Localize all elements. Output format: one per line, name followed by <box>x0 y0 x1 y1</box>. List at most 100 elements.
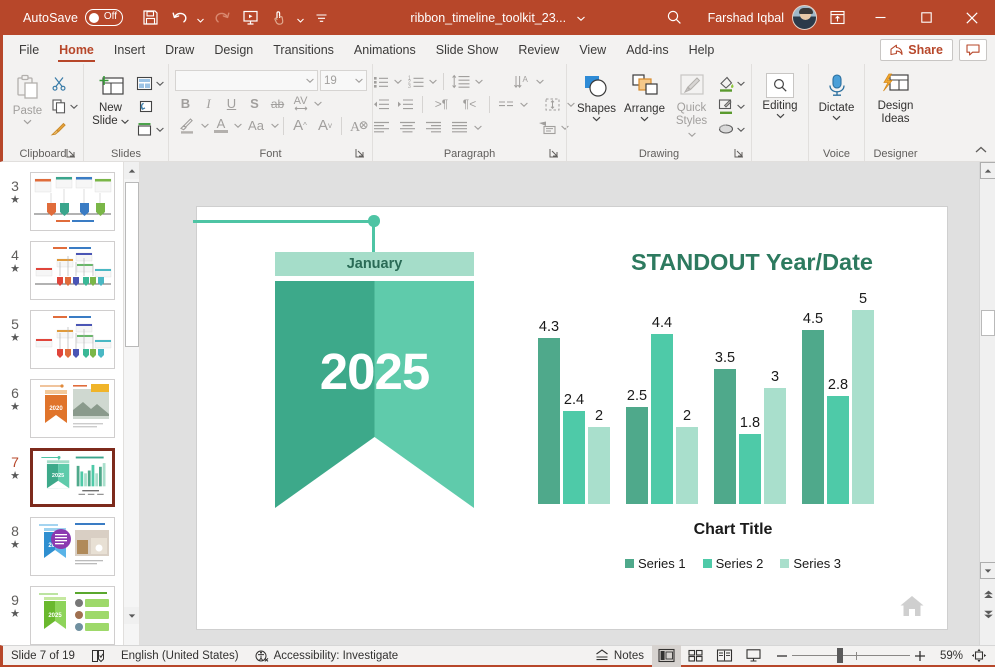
spell-check-button[interactable] <box>83 645 113 667</box>
document-title-dropdown-icon[interactable] <box>576 16 585 21</box>
ribbon-display-options-icon[interactable] <box>817 0 857 35</box>
zoom-handle[interactable] <box>836 648 843 663</box>
touch-mode-icon[interactable] <box>265 4 294 32</box>
text-highlight-color-button[interactable] <box>175 115 199 136</box>
copy-dropdown-icon[interactable] <box>70 97 79 115</box>
slide-thumbnail-4[interactable]: 4 ★ <box>0 237 139 306</box>
slide-thumbnail-8[interactable]: 8 ★ 2025 <box>0 513 139 582</box>
increase-font-size-button[interactable]: A ^ <box>288 115 312 136</box>
tab-file[interactable]: File <box>9 35 49 64</box>
tab-animations[interactable]: Animations <box>344 35 426 64</box>
canvas-scroll-down-button[interactable] <box>980 562 995 579</box>
character-spacing-button[interactable]: AV <box>290 93 311 114</box>
collapse-ribbon-button[interactable] <box>971 141 991 159</box>
customize-quick-access-icon[interactable] <box>307 4 336 32</box>
tab-draw[interactable]: Draw <box>155 35 204 64</box>
slide-thumbnail-3[interactable]: 3 ★ <box>0 168 139 237</box>
format-painter-button[interactable] <box>48 118 70 140</box>
shape-outline-dropdown-icon[interactable] <box>737 97 746 115</box>
font-color-dropdown-icon[interactable] <box>233 117 242 135</box>
thumbnail-scroll-thumb[interactable] <box>125 182 139 347</box>
canvas-scroll-thumb[interactable] <box>981 310 995 336</box>
editing-button[interactable]: Editing <box>757 70 803 119</box>
tab-design[interactable]: Design <box>204 35 263 64</box>
tab-transitions[interactable]: Transitions <box>263 35 344 64</box>
bar-chart[interactable]: 4.3 2.4 2 2.5 4.4 2 3.5 1.8 3 4.5 2.8 5 … <box>533 291 933 587</box>
new-slide-button[interactable]: New Slide <box>88 70 134 128</box>
text-shadow-button[interactable]: S <box>244 93 265 114</box>
decrease-indent-button[interactable] <box>370 93 392 115</box>
slide-thumbnail-7[interactable]: 7 ★ 2025 <box>0 444 139 513</box>
zoom-track[interactable] <box>791 645 910 667</box>
shapes-button[interactable]: Shapes <box>573 70 621 122</box>
convert-to-smartart-button[interactable] <box>535 116 559 138</box>
undo-icon[interactable] <box>165 4 194 32</box>
slide-thumbnail-6[interactable]: 6 ★ 2020 <box>0 375 139 444</box>
slide-thumbnail-9[interactable]: 9 ★ 2025 <box>0 582 139 645</box>
tab-insert[interactable]: Insert <box>104 35 155 64</box>
home-icon[interactable] <box>899 593 925 619</box>
font-size-input[interactable]: 19 <box>320 70 367 91</box>
slide-thumbnail-5[interactable]: 5 ★ <box>0 306 139 375</box>
bullets-button[interactable] <box>370 70 392 92</box>
align-right-button[interactable] <box>422 116 446 138</box>
underline-button[interactable]: U <box>221 93 242 114</box>
normal-view-button[interactable] <box>651 644 681 667</box>
minimize-button[interactable] <box>857 0 903 35</box>
zoom-out-button[interactable] <box>772 645 792 667</box>
section-button[interactable] <box>134 118 156 140</box>
autosave-switch[interactable]: Off <box>85 9 124 26</box>
legend-item-series-3[interactable]: Series 3 <box>780 556 841 571</box>
next-slide-button[interactable] <box>980 606 995 623</box>
fit-slide-button[interactable] <box>969 645 995 667</box>
zoom-level[interactable]: 59% <box>934 645 969 667</box>
italic-button[interactable]: I <box>198 93 219 114</box>
ltr-text-direction-button[interactable]: >¶ <box>429 93 455 115</box>
font-dialog-launcher[interactable] <box>355 148 366 159</box>
shape-outline-button[interactable] <box>715 95 737 117</box>
language-button[interactable]: English (United States) <box>113 645 247 667</box>
center-button[interactable] <box>396 116 420 138</box>
tab-view[interactable]: View <box>569 35 616 64</box>
font-name-input[interactable] <box>175 70 318 91</box>
arrange-button[interactable]: Arrange <box>621 70 669 122</box>
slide-counter[interactable]: Slide 7 of 19 <box>3 645 83 667</box>
thumbnail-scrollbar[interactable] <box>123 162 139 645</box>
save-icon[interactable] <box>136 4 165 32</box>
paste-button[interactable]: Paste <box>8 70 48 125</box>
tab-home[interactable]: Home <box>49 35 104 64</box>
thumbnail-scroll-down-button[interactable] <box>124 607 139 624</box>
legend-item-series-1[interactable]: Series 1 <box>624 556 686 571</box>
avatar[interactable] <box>792 5 817 30</box>
comments-button[interactable] <box>959 38 987 61</box>
document-title[interactable]: ribbon_timeline_toolkit_23... <box>410 11 566 25</box>
notes-button[interactable]: Notes <box>587 645 652 667</box>
increase-indent-button[interactable] <box>394 93 416 115</box>
dictate-button[interactable]: Dictate <box>814 70 860 121</box>
previous-slide-button[interactable] <box>980 586 995 603</box>
justify-button[interactable] <box>448 116 472 138</box>
reset-button[interactable] <box>134 95 156 117</box>
reading-view-button[interactable] <box>710 645 739 667</box>
share-button[interactable]: Share <box>880 38 953 61</box>
copy-button[interactable] <box>48 95 70 117</box>
slide-sorter-view-button[interactable] <box>681 645 710 667</box>
zoom-in-button[interactable] <box>910 645 930 667</box>
columns-dropdown-icon[interactable] <box>520 95 529 113</box>
paragraph-dialog-launcher[interactable] <box>549 148 560 159</box>
tab-add-ins[interactable]: Add-ins <box>616 35 678 64</box>
start-from-beginning-icon[interactable] <box>236 4 265 32</box>
font-color-button[interactable]: A <box>210 115 232 136</box>
columns-button[interactable] <box>496 93 518 115</box>
clipboard-dialog-launcher[interactable] <box>66 148 77 159</box>
numbering-dropdown-icon[interactable] <box>429 72 438 90</box>
current-slide[interactable]: January 2025 STANDOUT Year/Date 4.3 2.4 … <box>193 207 947 629</box>
search-icon[interactable] <box>656 0 694 35</box>
line-spacing-dropdown-icon[interactable] <box>475 72 484 90</box>
quick-styles-button[interactable]: Quick Styles <box>669 70 715 141</box>
drawing-dialog-launcher[interactable] <box>734 148 745 159</box>
justify-dropdown-icon[interactable] <box>474 118 483 136</box>
shape-effects-button[interactable] <box>715 118 737 140</box>
canvas-scroll-up-button[interactable] <box>980 162 995 179</box>
legend-item-series-2[interactable]: Series 2 <box>702 556 763 571</box>
